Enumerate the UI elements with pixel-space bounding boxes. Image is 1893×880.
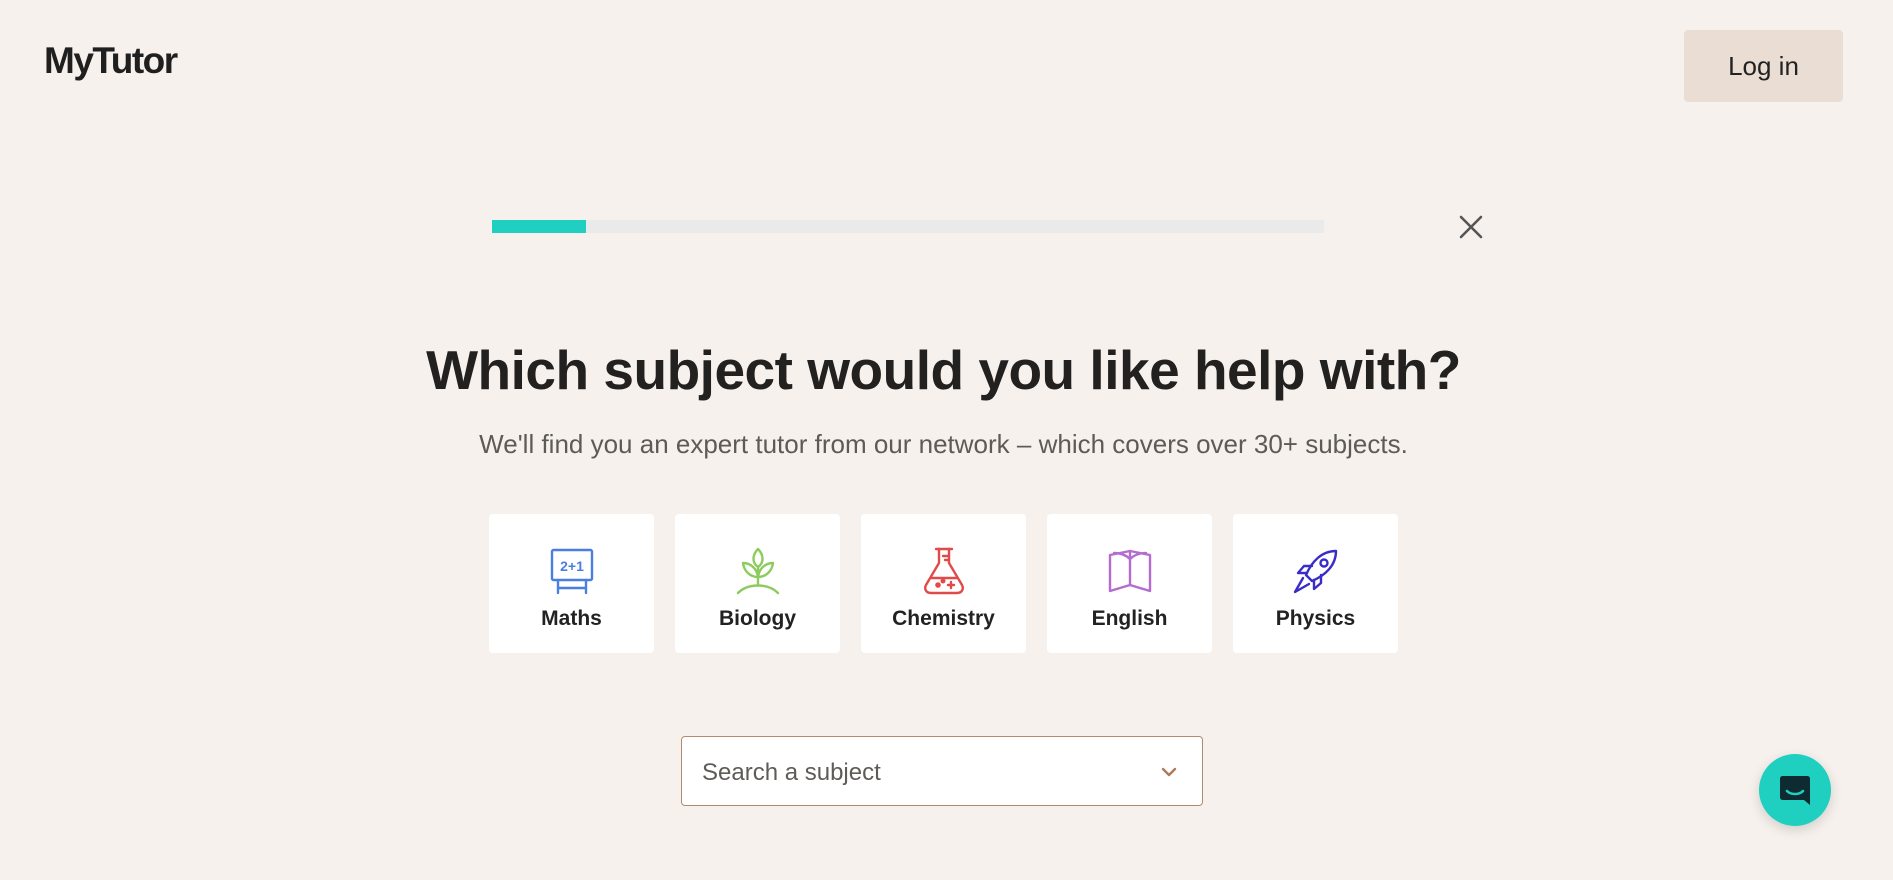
subject-label: Biology <box>719 607 796 630</box>
chat-button[interactable] <box>1759 754 1831 826</box>
rocket-icon <box>1293 549 1337 594</box>
flask-icon <box>923 547 964 595</box>
login-button[interactable]: Log in <box>1684 30 1843 102</box>
subject-card-maths[interactable]: 2+1 Maths <box>489 514 654 653</box>
progress-bar-fill <box>492 220 587 233</box>
page-subtitle: We'll find you an expert tutor from our … <box>479 429 1408 459</box>
chevron-down-icon[interactable] <box>1160 763 1178 781</box>
whiteboard-icon: 2+1 <box>550 548 593 595</box>
subject-cards: 2+1 Maths Biology Chemistry English Phys… <box>489 514 1398 653</box>
subject-card-biology[interactable]: Biology <box>675 514 840 653</box>
chat-icon <box>1780 776 1810 805</box>
subject-search-select[interactable]: Search a subject <box>681 736 1203 806</box>
subject-card-english[interactable]: English <box>1047 514 1212 653</box>
subject-label: English <box>1091 607 1168 630</box>
search-placeholder: Search a subject <box>702 759 881 786</box>
page: MyTutor Log in Which subject would you l… <box>0 0 1893 880</box>
subject-card-chemistry[interactable]: Chemistry <box>861 514 1026 653</box>
subject-label: Maths <box>541 607 602 630</box>
svg-text:2+1: 2+1 <box>560 558 584 574</box>
mytutor-logo[interactable]: MyTutor <box>44 40 178 82</box>
page-title: Which subject would you like help with? <box>426 339 1461 401</box>
subject-label: Chemistry <box>892 607 995 630</box>
plant-icon <box>736 547 779 595</box>
book-icon <box>1108 549 1151 593</box>
subject-label: Physics <box>1275 607 1356 630</box>
subject-card-physics[interactable]: Physics <box>1233 514 1398 653</box>
close-button[interactable] <box>1456 212 1486 242</box>
progress-bar <box>492 220 1324 233</box>
close-icon <box>1459 215 1483 239</box>
